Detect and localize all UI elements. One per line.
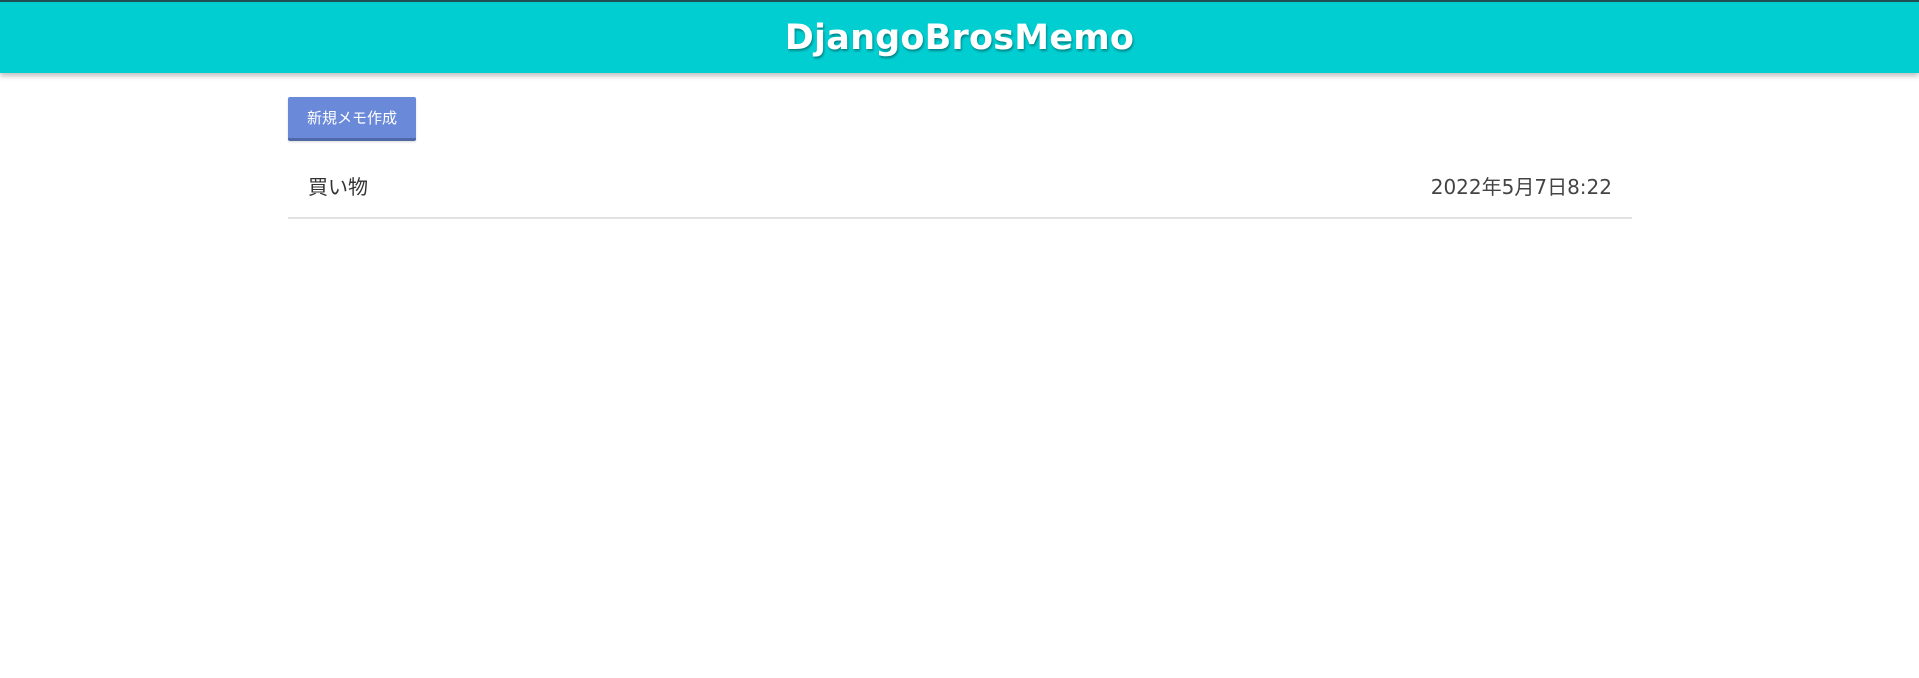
memo-title: 買い物 <box>308 174 368 199</box>
app-header: DjangoBrosMemo <box>0 0 1919 73</box>
main-content: 新規メモ作成 買い物 2022年5月7日8:22 <box>288 97 1632 219</box>
memo-date: 2022年5月7日8:22 <box>1430 174 1612 199</box>
memo-list: 買い物 2022年5月7日8:22 <box>288 153 1632 219</box>
new-memo-button[interactable]: 新規メモ作成 <box>288 97 416 141</box>
memo-list-item[interactable]: 買い物 2022年5月7日8:22 <box>288 153 1632 219</box>
app-title: DjangoBrosMemo <box>784 17 1135 58</box>
